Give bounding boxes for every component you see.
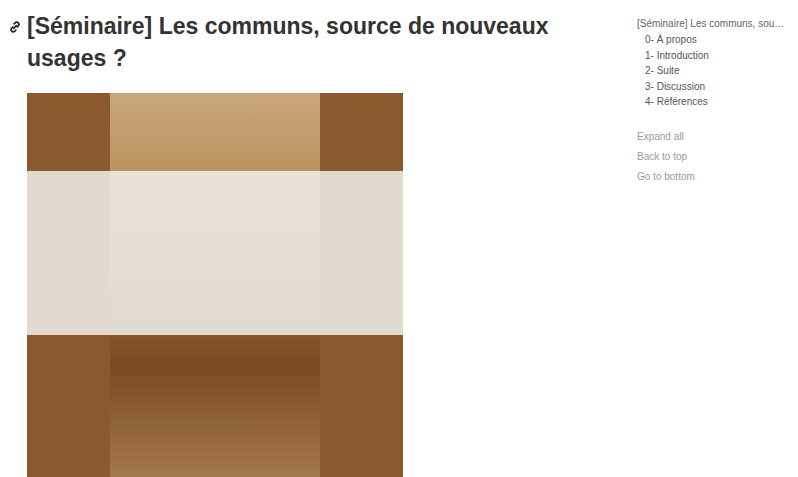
article-title: [Séminaire] Les communs, source de nouve… bbox=[27, 10, 602, 74]
toc-action-link[interactable]: Back to top bbox=[637, 147, 797, 167]
toc-actions: Expand allBack to topGo to bottom bbox=[637, 127, 797, 187]
toc-list: 0- À propos1- Introduction2- Suite3- Dis… bbox=[637, 31, 797, 110]
toc-action-link[interactable]: Expand all bbox=[637, 127, 797, 147]
toc-title[interactable]: [Séminaire] Les communs, sou… bbox=[637, 16, 797, 31]
toc-item[interactable]: 4- Références bbox=[645, 94, 797, 110]
page: [Séminaire] Les communs, source de nouve… bbox=[0, 0, 798, 477]
toc-action-link[interactable]: Go to bottom bbox=[637, 167, 797, 187]
seminar-photo bbox=[27, 93, 403, 477]
table-of-contents: [Séminaire] Les communs, sou…0- À propos… bbox=[637, 0, 797, 477]
link-icon[interactable] bbox=[8, 20, 22, 34]
toc-item[interactable]: 1- Introduction bbox=[645, 48, 797, 64]
toc-item[interactable]: 0- À propos bbox=[645, 32, 797, 48]
article-header: [Séminaire] Les communs, source de nouve… bbox=[8, 10, 608, 74]
toc-item[interactable]: 2- Suite bbox=[645, 63, 797, 79]
toc-item[interactable]: 3- Discussion bbox=[645, 79, 797, 95]
article: [Séminaire] Les communs, source de nouve… bbox=[0, 0, 608, 477]
